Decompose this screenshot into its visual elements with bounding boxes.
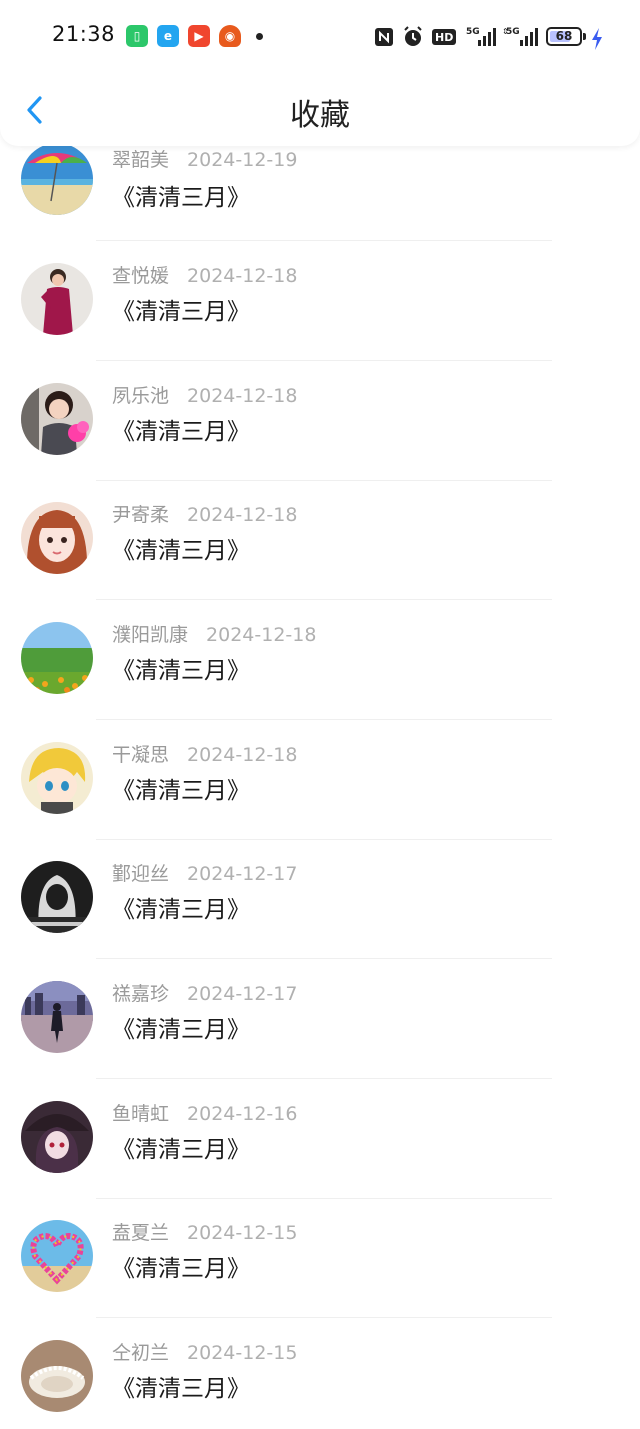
item-date: 2024-12-18 bbox=[187, 265, 298, 287]
divider bbox=[96, 240, 552, 241]
divider bbox=[96, 480, 552, 481]
item-title: 《清清三月》 bbox=[112, 1256, 250, 1282]
avatar bbox=[21, 622, 93, 694]
item-date: 2024-12-18 bbox=[206, 624, 317, 646]
avatar bbox=[21, 143, 93, 215]
page-title: 收藏 bbox=[290, 98, 350, 133]
item-username: 濮阳凯康 bbox=[112, 624, 189, 646]
item-username: 仝初兰 bbox=[112, 1342, 170, 1364]
item-username: 禚嘉珍 bbox=[112, 983, 170, 1005]
divider bbox=[96, 1198, 552, 1199]
favorites-screen: 21:38 ▯ e ▶ ◉ HD 5G 5G ⇕ 68 收藏 翠韶美 2024-… bbox=[0, 0, 640, 1429]
item-date: 2024-12-17 bbox=[187, 863, 298, 885]
signal-5g-icon-2: 5G ⇕ bbox=[502, 27, 538, 46]
signal-5g-icon: 5G bbox=[466, 27, 496, 46]
item-username: 鱼晴虹 bbox=[112, 1103, 170, 1125]
divider bbox=[96, 599, 552, 600]
header: 收藏 bbox=[0, 72, 640, 146]
avatar bbox=[21, 861, 93, 933]
svg-text:HD: HD bbox=[435, 31, 453, 44]
item-title: 《清清三月》 bbox=[112, 299, 250, 325]
item-date: 2024-12-15 bbox=[187, 1342, 298, 1364]
item-username: 夙乐池 bbox=[112, 385, 170, 407]
list-item[interactable]: 干凝思 2024-12-18 《清清三月》 bbox=[0, 742, 640, 862]
alarm-icon bbox=[404, 26, 422, 46]
status-bar: 21:38 ▯ e ▶ ◉ HD 5G 5G ⇕ 68 bbox=[0, 0, 640, 72]
battery-icon: 68 bbox=[546, 27, 582, 46]
app-blue-icon: e bbox=[157, 25, 179, 47]
item-username: 尹寄柔 bbox=[112, 504, 170, 526]
favorites-list: 翠韶美 2024-12-19 《清清三月》 查悦媛 2024-12-18 《清清三月… bbox=[0, 0, 640, 1429]
item-username: 鄞迎丝 bbox=[112, 863, 170, 885]
avatar bbox=[21, 981, 93, 1053]
avatar bbox=[21, 502, 93, 574]
item-title: 《清清三月》 bbox=[112, 185, 250, 211]
divider bbox=[96, 1078, 552, 1079]
divider bbox=[96, 1317, 552, 1318]
item-date: 2024-12-19 bbox=[187, 149, 298, 171]
list-item[interactable]: 禚嘉珍 2024-12-17 《清清三月》 bbox=[0, 981, 640, 1101]
avatar bbox=[21, 1101, 93, 1173]
hd-icon: HD bbox=[432, 29, 456, 45]
item-title: 《清清三月》 bbox=[112, 1376, 250, 1402]
app-green-icon: ▯ bbox=[126, 25, 148, 47]
item-title: 《清清三月》 bbox=[112, 897, 250, 923]
item-username: 盍夏兰 bbox=[112, 1222, 170, 1244]
item-username: 干凝思 bbox=[112, 744, 170, 766]
list-item[interactable]: 夙乐池 2024-12-18 《清清三月》 bbox=[0, 383, 640, 503]
list-item[interactable]: 盍夏兰 2024-12-15 《清清三月》 bbox=[0, 1220, 640, 1340]
nfc-icon bbox=[375, 28, 393, 46]
avatar bbox=[21, 742, 93, 814]
item-date: 2024-12-18 bbox=[187, 385, 298, 407]
charging-icon bbox=[592, 28, 602, 50]
list-item[interactable]: 濮阳凯康 2024-12-18 《清清三月》 bbox=[0, 622, 640, 742]
list-item[interactable]: 翠韶美 2024-12-19 《清清三月》 bbox=[0, 143, 640, 263]
item-title: 《清清三月》 bbox=[112, 778, 250, 804]
item-date: 2024-12-17 bbox=[187, 983, 298, 1005]
list-item[interactable]: 尹寄柔 2024-12-18 《清清三月》 bbox=[0, 502, 640, 622]
item-date: 2024-12-18 bbox=[187, 744, 298, 766]
battery-tip bbox=[583, 33, 586, 40]
item-username: 查悦媛 bbox=[112, 265, 170, 287]
divider bbox=[96, 360, 552, 361]
item-date: 2024-12-16 bbox=[187, 1103, 298, 1125]
item-title: 《清清三月》 bbox=[112, 1137, 250, 1163]
item-date: 2024-12-15 bbox=[187, 1222, 298, 1244]
item-title: 《清清三月》 bbox=[112, 1017, 250, 1043]
app-orange-icon: ◉ bbox=[219, 25, 241, 47]
item-date: 2024-12-18 bbox=[187, 504, 298, 526]
item-title: 《清清三月》 bbox=[112, 658, 250, 684]
divider bbox=[96, 958, 552, 959]
list-item[interactable]: 鄞迎丝 2024-12-17 《清清三月》 bbox=[0, 861, 640, 981]
notification-dot-icon bbox=[256, 33, 263, 40]
battery-level: 68 bbox=[555, 29, 573, 43]
avatar bbox=[21, 1220, 93, 1292]
svg-text:5G: 5G bbox=[466, 27, 480, 37]
status-time: 21:38 bbox=[52, 22, 116, 46]
avatar bbox=[21, 1340, 93, 1412]
list-item[interactable]: 查悦媛 2024-12-18 《清清三月》 bbox=[0, 263, 640, 383]
divider bbox=[96, 719, 552, 720]
avatar bbox=[21, 263, 93, 335]
item-username: 翠韶美 bbox=[112, 149, 170, 171]
item-title: 《清清三月》 bbox=[112, 419, 250, 445]
avatar bbox=[21, 383, 93, 455]
list-item[interactable]: 仝初兰 2024-12-15 《清清三月》 bbox=[0, 1340, 640, 1429]
divider bbox=[96, 839, 552, 840]
svg-text:⇕: ⇕ bbox=[502, 27, 509, 36]
item-title: 《清清三月》 bbox=[112, 538, 250, 564]
video-red-icon: ▶ bbox=[188, 25, 210, 47]
list-item[interactable]: 鱼晴虹 2024-12-16 《清清三月》 bbox=[0, 1101, 640, 1221]
